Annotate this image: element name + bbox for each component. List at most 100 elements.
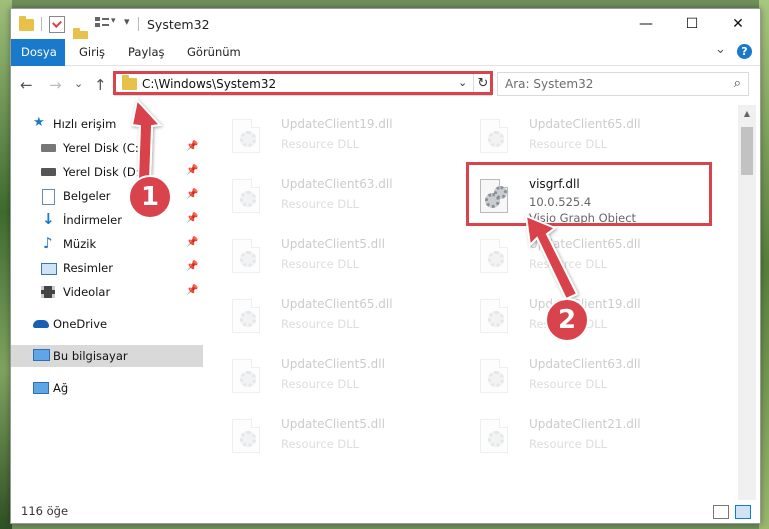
qa-separator xyxy=(41,17,42,31)
pictures-icon xyxy=(41,263,57,275)
tiles-view-icon[interactable] xyxy=(735,505,751,519)
dll-file-icon xyxy=(480,359,510,393)
details-view-icon[interactable] xyxy=(713,505,729,519)
this-pc-icon xyxy=(33,349,50,361)
list-item[interactable]: UpdateClient63.dll Resource DLL xyxy=(464,349,694,403)
title-separator xyxy=(138,17,139,31)
tab-paylas[interactable]: Paylaş xyxy=(118,39,175,65)
tab-giris[interactable]: Giriş xyxy=(69,39,115,65)
sidebar-item-onedrive[interactable]: OneDrive xyxy=(11,313,203,335)
drive-icon xyxy=(41,168,56,176)
dll-file-icon xyxy=(232,239,262,273)
sidebar-item-quick-access[interactable]: ★ Hızlı erişim xyxy=(11,113,203,135)
file-highlight-box xyxy=(466,162,712,226)
properties-icon[interactable] xyxy=(49,16,65,33)
ribbon-tabs: Dosya Giriş Paylaş Görünüm ⌄ ? xyxy=(11,39,760,93)
minimize-button[interactable]: — xyxy=(623,9,669,39)
navigation-pane: ★ Hızlı erişim Yerel Disk (C:) 📌 Yerel D… xyxy=(11,105,203,500)
sidebar-item-music[interactable]: ♪ Müzik 📌 xyxy=(11,233,203,255)
step-1-badge: 1 xyxy=(128,175,172,219)
network-icon xyxy=(33,382,49,394)
close-button[interactable]: ✕ xyxy=(715,9,760,39)
sidebar-item-pictures[interactable]: Resimler 📌 xyxy=(11,257,203,279)
search-input[interactable]: Ara: System32 xyxy=(505,77,593,91)
pin-icon[interactable]: 📌 xyxy=(186,141,198,152)
item-count: 116 öğe xyxy=(21,504,69,518)
downloads-icon: ↓ xyxy=(42,210,55,228)
sidebar-item-drive-d[interactable]: Yerel Disk (D:) 📌 xyxy=(11,161,203,183)
sidebar-item-label: Ağ xyxy=(53,381,69,395)
dll-file-icon xyxy=(232,179,262,213)
view-options-icon[interactable] xyxy=(95,17,109,30)
list-item[interactable]: UpdateClient19.dll Resource DLL xyxy=(216,109,446,163)
vertical-scrollbar[interactable]: ▲ xyxy=(738,105,756,500)
sidebar-item-label: OneDrive xyxy=(53,317,108,331)
recent-locations-button[interactable]: ⌄ xyxy=(74,77,83,90)
music-icon: ♪ xyxy=(43,234,53,252)
scroll-thumb[interactable] xyxy=(741,127,753,175)
star-icon: ★ xyxy=(33,115,45,130)
sidebar-item-drive-c[interactable]: Yerel Disk (C:) 📌 xyxy=(11,137,203,159)
sidebar-item-label: Yerel Disk (C:) xyxy=(63,141,144,155)
dll-file-icon xyxy=(480,419,510,453)
forward-button[interactable]: → xyxy=(49,76,62,94)
dll-file-icon xyxy=(232,359,262,393)
pin-icon[interactable]: 📌 xyxy=(186,189,198,200)
pin-icon[interactable]: 📌 xyxy=(186,285,198,296)
address-highlight-box xyxy=(113,71,493,95)
dll-file-icon xyxy=(480,239,510,273)
pin-icon[interactable]: 📌 xyxy=(186,261,198,272)
up-button[interactable]: ↑ xyxy=(94,76,107,94)
search-icon[interactable]: ⌕ xyxy=(734,76,741,91)
tab-gorunum[interactable]: Görünüm xyxy=(177,39,251,65)
pin-icon[interactable]: 📌 xyxy=(186,165,198,176)
sidebar-item-label: Videolar xyxy=(63,285,111,299)
explorer-window: ▾ ▾ System32 — ☐ ✕ Dosya Giriş Paylaş Gö… xyxy=(10,8,761,524)
maximize-button[interactable]: ☐ xyxy=(669,9,715,39)
sidebar-item-documents[interactable]: Belgeler 📌 xyxy=(11,185,203,207)
sidebar-item-label: Resimler xyxy=(63,261,113,275)
videos-icon xyxy=(41,286,55,298)
step-2-badge: 2 xyxy=(545,298,589,342)
folder-icon xyxy=(19,16,34,31)
check-mark-icon xyxy=(52,18,62,28)
drive-icon xyxy=(41,144,56,152)
help-icon[interactable]: ? xyxy=(737,44,752,59)
dll-file-icon xyxy=(232,419,262,453)
dll-file-icon xyxy=(480,119,510,153)
onedrive-icon xyxy=(33,320,49,328)
status-bar: 116 öğe xyxy=(11,500,760,523)
sidebar-item-this-pc[interactable]: Bu bilgisayar xyxy=(11,345,203,367)
navigation-bar: ← → ⌄ ↑ C:\Windows\System32 ⌄ ↻ Ara: Sys… xyxy=(11,66,760,104)
documents-icon xyxy=(42,189,55,205)
sidebar-item-label: Müzik xyxy=(63,237,97,251)
sidebar-item-label: Hızlı erişim xyxy=(53,117,117,131)
list-item[interactable]: UpdateClient5.dll Resource DLL xyxy=(216,349,446,403)
scroll-up-icon[interactable]: ▲ xyxy=(738,109,756,118)
list-item[interactable]: UpdateClient65.dll Resource DLL xyxy=(464,229,694,283)
list-item[interactable]: UpdateClient63.dll Resource DLL xyxy=(216,169,446,223)
pin-icon[interactable]: 📌 xyxy=(186,213,198,224)
dll-file-icon xyxy=(232,119,262,153)
customize-qa-icon[interactable]: ▾ xyxy=(124,15,130,31)
sidebar-item-label: Belgeler xyxy=(63,189,111,203)
sidebar-item-videos[interactable]: Videolar 📌 xyxy=(11,281,203,303)
list-item[interactable]: UpdateClient65.dll Resource DLL xyxy=(216,289,446,343)
window-title: System32 xyxy=(147,17,210,32)
list-item[interactable]: UpdateClient5.dll Resource DLL xyxy=(216,229,446,283)
sidebar-item-network[interactable]: Ağ xyxy=(11,377,203,399)
expand-ribbon-icon[interactable]: ⌄ xyxy=(715,42,726,57)
search-box[interactable]: Ara: System32 ⌕ xyxy=(497,72,749,96)
sidebar-item-label: Bu bilgisayar xyxy=(53,349,128,363)
sidebar-item-downloads[interactable]: ↓ İndirmeler 📌 xyxy=(11,209,203,231)
title-bar: ▾ ▾ System32 — ☐ ✕ xyxy=(11,9,760,43)
dll-file-icon xyxy=(480,299,510,333)
list-item[interactable]: UpdateClient21.dll Resource DLL xyxy=(464,409,694,463)
list-item[interactable]: UpdateClient65.dll Resource DLL xyxy=(464,109,694,163)
dll-file-icon xyxy=(232,299,262,333)
sidebar-item-label: İndirmeler xyxy=(63,213,122,227)
qa-dropdown-icon[interactable]: ▾ xyxy=(111,16,116,32)
list-item[interactable]: UpdateClient5.dll Resource DLL xyxy=(216,409,446,463)
pin-icon[interactable]: 📌 xyxy=(186,237,198,248)
back-button[interactable]: ← xyxy=(20,76,33,94)
